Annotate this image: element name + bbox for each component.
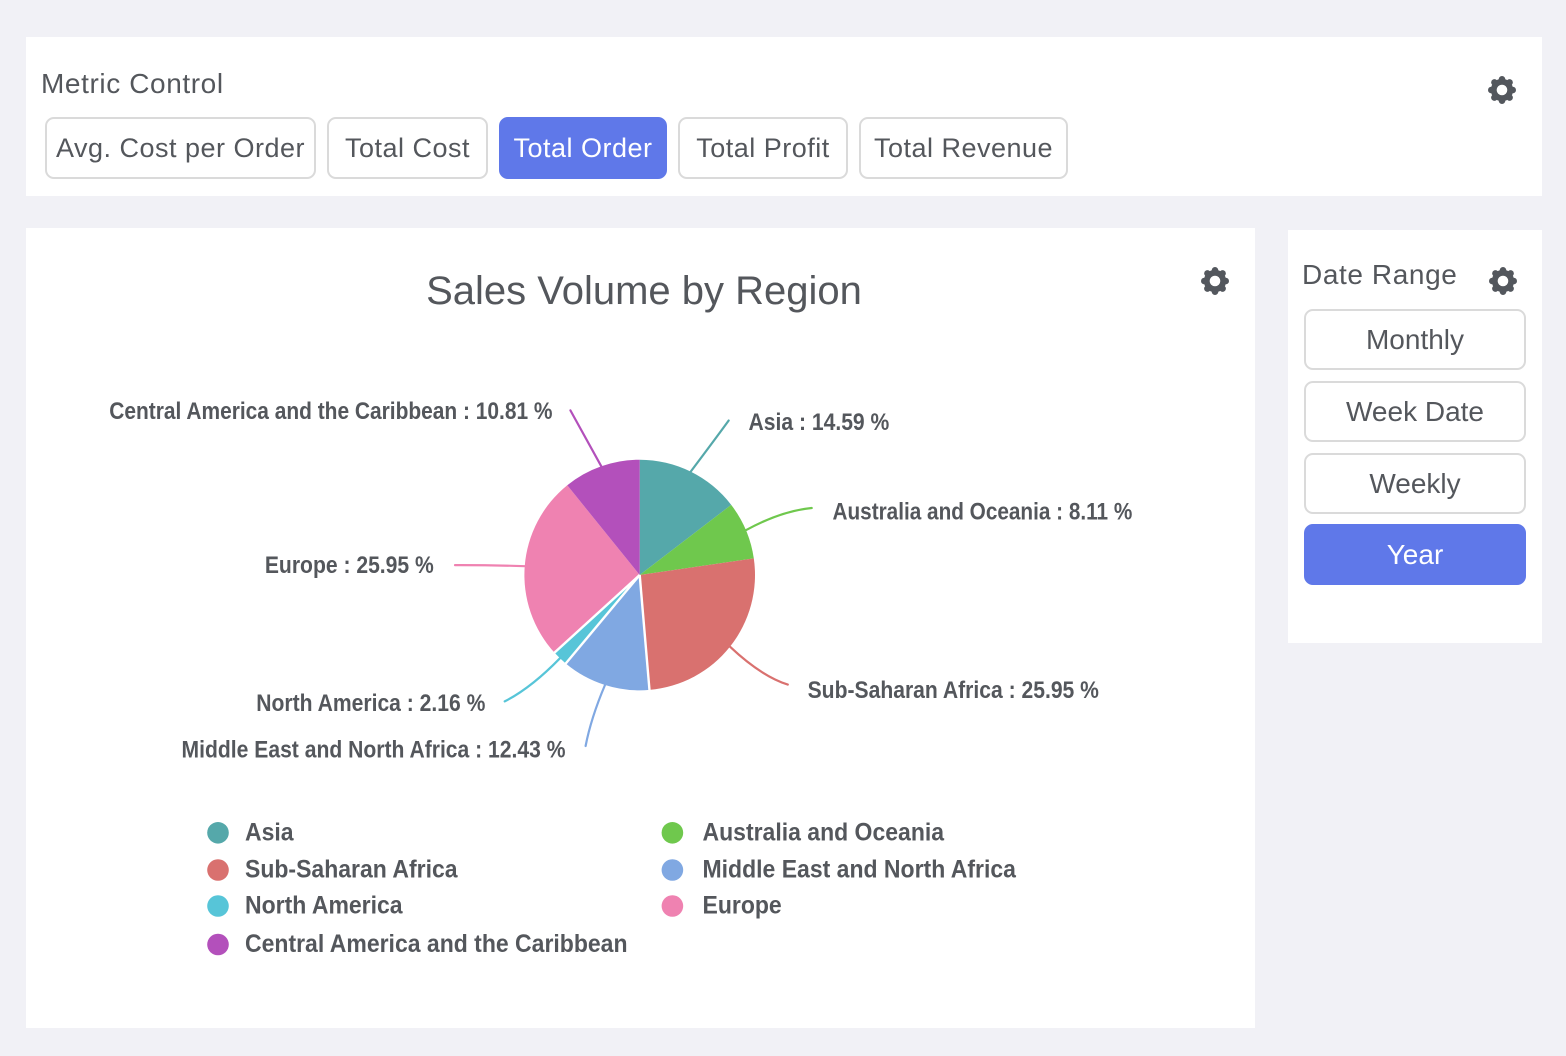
svg-text:Europe : 25.95 %: Europe : 25.95 % <box>265 552 434 579</box>
svg-text:Sub-Saharan Africa : 25.95 %: Sub-Saharan Africa : 25.95 % <box>808 677 1099 704</box>
svg-text:Middle East and North Africa: Middle East and North Africa <box>703 856 1017 884</box>
svg-text:Australia and Oceania: Australia and Oceania <box>703 818 945 846</box>
svg-text:Asia: Asia <box>245 818 294 846</box>
svg-text:Sub-Saharan Africa: Sub-Saharan Africa <box>245 856 458 884</box>
svg-text:Middle East and North Africa :: Middle East and North Africa : 12.43 % <box>182 736 566 763</box>
svg-text:Asia : 14.59 %: Asia : 14.59 % <box>749 409 890 436</box>
svg-text:Australia and Oceania : 8.11 %: Australia and Oceania : 8.11 % <box>833 498 1133 525</box>
svg-text:Sales Volume by Region: Sales Volume by Region <box>426 269 862 313</box>
svg-text:Europe: Europe <box>703 892 782 920</box>
svg-text:North America: North America <box>245 892 403 920</box>
svg-text:Central America and the Caribb: Central America and the Caribbean : 10.8… <box>109 398 552 425</box>
svg-text:North America : 2.16 %: North America : 2.16 % <box>256 690 485 717</box>
svg-text:Central America and the Caribb: Central America and the Caribbean <box>245 930 628 958</box>
